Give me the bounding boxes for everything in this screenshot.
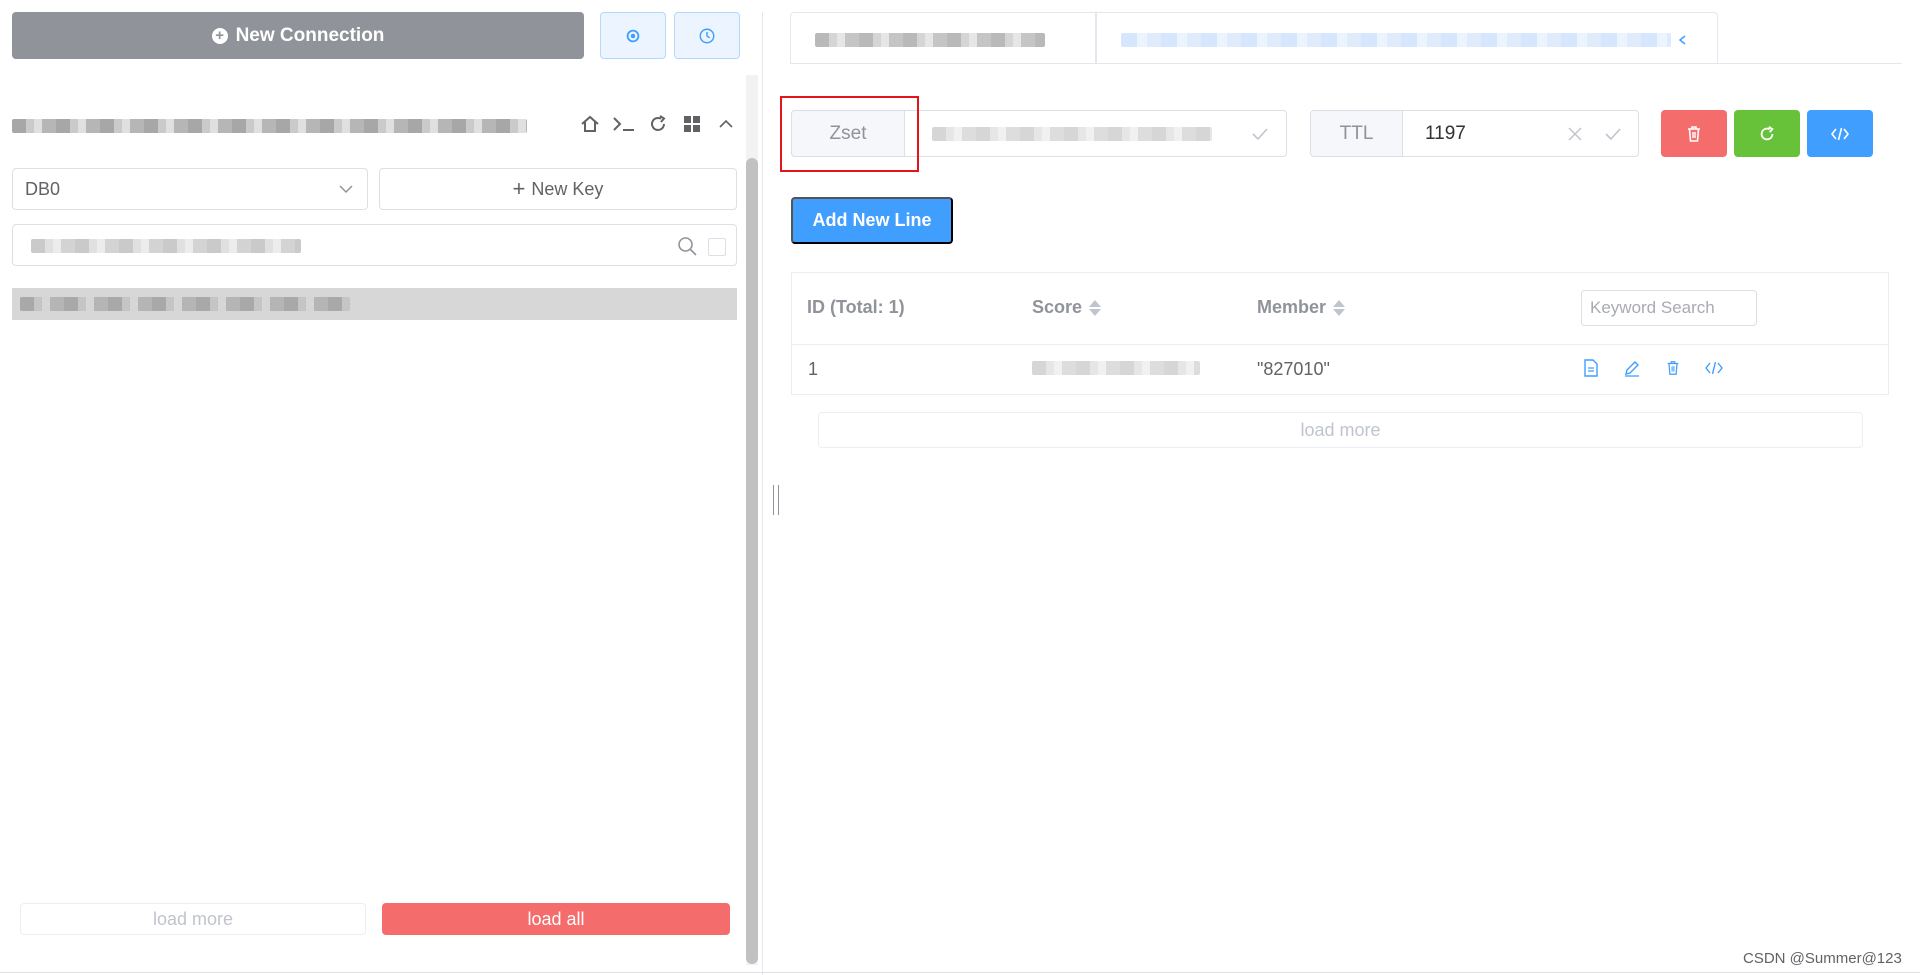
tab-connection[interactable] bbox=[790, 12, 1096, 64]
table-header-divider bbox=[792, 344, 1888, 345]
plus-circle-icon: + bbox=[211, 27, 228, 44]
row-member-cell: "827010" bbox=[1257, 359, 1330, 379]
settings-button[interactable] bbox=[600, 12, 666, 59]
load-more-rows-button[interactable]: load more bbox=[818, 412, 1863, 448]
blurred-tab-title bbox=[815, 33, 1045, 47]
plus-icon: + bbox=[512, 176, 526, 201]
document-icon bbox=[1584, 359, 1598, 377]
history-button[interactable] bbox=[674, 12, 740, 59]
blurred-tab-key-name bbox=[1121, 33, 1671, 47]
column-header-score-label: Score bbox=[1032, 297, 1083, 317]
new-connection-label: New Connection bbox=[235, 24, 385, 46]
gear-icon bbox=[626, 29, 640, 42]
key-search-input[interactable] bbox=[12, 224, 737, 266]
dump-row-button[interactable] bbox=[1703, 357, 1725, 379]
annotation-highlight-box bbox=[780, 96, 919, 172]
column-header-id: ID (Total: 1) bbox=[807, 297, 905, 317]
watermark: CSDN @Summer@123 bbox=[1743, 950, 1902, 967]
blurred-connection-name bbox=[12, 119, 527, 133]
key-tabs bbox=[790, 12, 1902, 64]
home-icon[interactable] bbox=[578, 112, 602, 136]
load-all-keys-button[interactable]: load all bbox=[382, 903, 730, 935]
view-row-button[interactable] bbox=[1580, 357, 1602, 379]
keyword-search-input[interactable]: Keyword Search bbox=[1581, 290, 1757, 326]
key-list-item[interactable] bbox=[12, 288, 737, 320]
chevron-down-icon bbox=[339, 185, 353, 194]
new-key-button[interactable]: + New Key bbox=[379, 168, 737, 210]
new-key-label: New Key bbox=[531, 178, 604, 199]
search-icon[interactable] bbox=[677, 236, 697, 256]
resize-handle[interactable] bbox=[773, 485, 779, 515]
chevron-up-icon[interactable] bbox=[714, 112, 738, 136]
clock-icon bbox=[699, 28, 715, 43]
sort-icon[interactable] bbox=[1332, 299, 1346, 317]
code-icon bbox=[1705, 361, 1723, 375]
sort-icon[interactable] bbox=[1088, 299, 1102, 317]
db-select-value: DB0 bbox=[25, 178, 61, 199]
refresh-icon[interactable] bbox=[646, 112, 670, 136]
edit-row-button[interactable] bbox=[1621, 357, 1643, 379]
clear-ttl-icon[interactable] bbox=[1566, 125, 1584, 143]
blurred-key-name bbox=[20, 297, 350, 311]
delete-key-button[interactable] bbox=[1661, 110, 1727, 157]
refresh-key-button[interactable] bbox=[1734, 110, 1800, 157]
column-header-member-label: Member bbox=[1257, 297, 1327, 317]
sidebar-scrollbar-thumb[interactable] bbox=[746, 158, 758, 964]
blurred-search-text bbox=[31, 239, 301, 253]
ttl-label: TTL bbox=[1310, 110, 1403, 157]
confirm-check-icon[interactable] bbox=[1250, 124, 1270, 144]
tab-key-detail[interactable] bbox=[1096, 12, 1718, 64]
ttl-value: 1197 bbox=[1425, 122, 1466, 144]
refresh-icon bbox=[1760, 125, 1774, 140]
keyword-search-placeholder: Keyword Search bbox=[1590, 298, 1715, 317]
column-header-score[interactable]: Score bbox=[1032, 297, 1102, 318]
column-header-member[interactable]: Member bbox=[1257, 297, 1346, 318]
confirm-ttl-icon[interactable] bbox=[1603, 124, 1623, 144]
pane-divider bbox=[762, 12, 763, 975]
row-id-cell: 1 bbox=[808, 359, 819, 379]
tab-close-icon[interactable] bbox=[1677, 34, 1689, 46]
exact-search-checkbox[interactable] bbox=[708, 238, 726, 256]
grid-icon[interactable] bbox=[680, 112, 704, 136]
add-new-line-button[interactable]: Add New Line bbox=[791, 197, 953, 244]
db-select[interactable]: DB0 bbox=[12, 168, 368, 210]
window-bottom-border bbox=[0, 972, 1920, 973]
connection-toolbar bbox=[578, 112, 738, 136]
blurred-key-name-value bbox=[932, 127, 1212, 141]
load-more-keys-button[interactable]: load more bbox=[20, 903, 366, 935]
blurred-score-value bbox=[1032, 361, 1200, 375]
new-connection-button[interactable]: + New Connection bbox=[12, 12, 584, 59]
dump-command-button[interactable] bbox=[1807, 110, 1873, 157]
trash-icon bbox=[1667, 361, 1679, 375]
tabs-underline bbox=[790, 63, 1902, 64]
edit-icon bbox=[1625, 361, 1639, 377]
delete-row-button[interactable] bbox=[1662, 357, 1684, 379]
connection-sidebar: + New Connection DB0 + New Key load more… bbox=[0, 0, 760, 975]
row-score-cell bbox=[1032, 361, 1200, 375]
trash-icon bbox=[1688, 125, 1700, 142]
code-icon bbox=[1830, 127, 1850, 140]
terminal-icon[interactable] bbox=[612, 112, 636, 136]
